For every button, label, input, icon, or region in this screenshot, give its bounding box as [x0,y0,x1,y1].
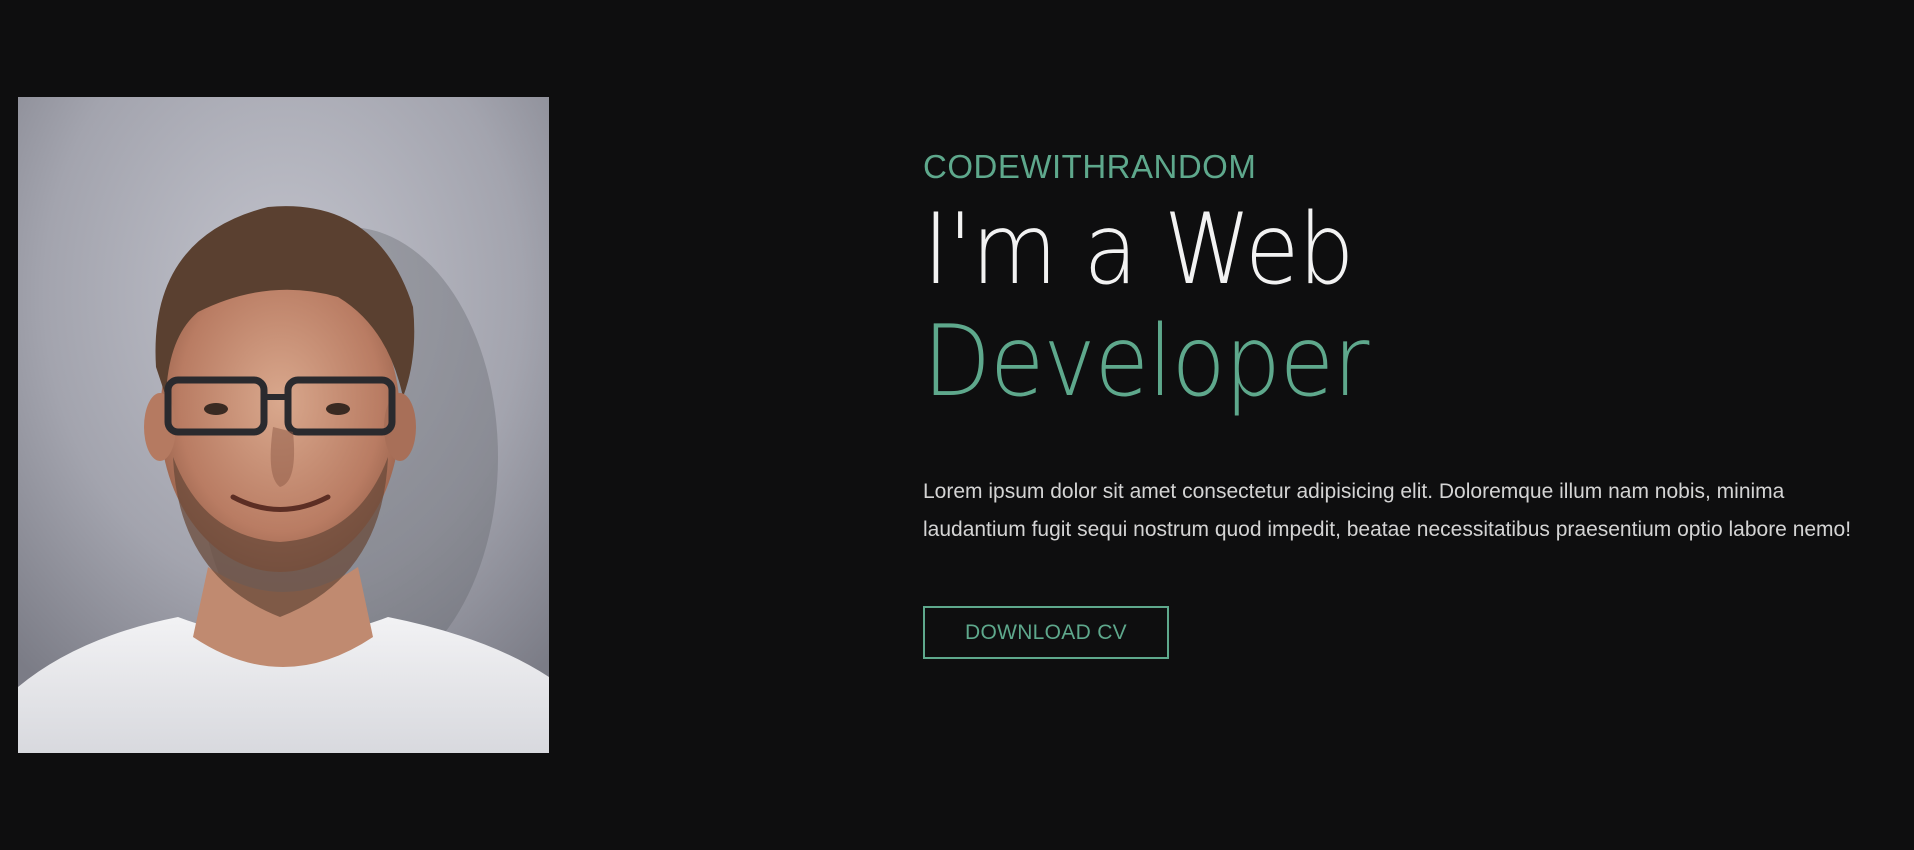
hero-text-column: CODEWITHRANDOM I'm a Web Developer Lorem… [923,150,1873,659]
hero-headline: I'm a Web Developer [923,201,1873,411]
hero-section: CODEWITHRANDOM I'm a Web Developer Lorem… [0,0,1914,850]
headline-line-1: I'm a Web [923,193,1354,307]
hero-description: Lorem ipsum dolor sit amet consectetur a… [923,480,1852,541]
headline-line-2: Developer [923,305,1369,419]
brand-name: CODEWITHRANDOM [923,148,1257,185]
profile-portrait-image [18,97,549,753]
download-cv-button[interactable]: DOWNLOAD CV [923,606,1169,659]
